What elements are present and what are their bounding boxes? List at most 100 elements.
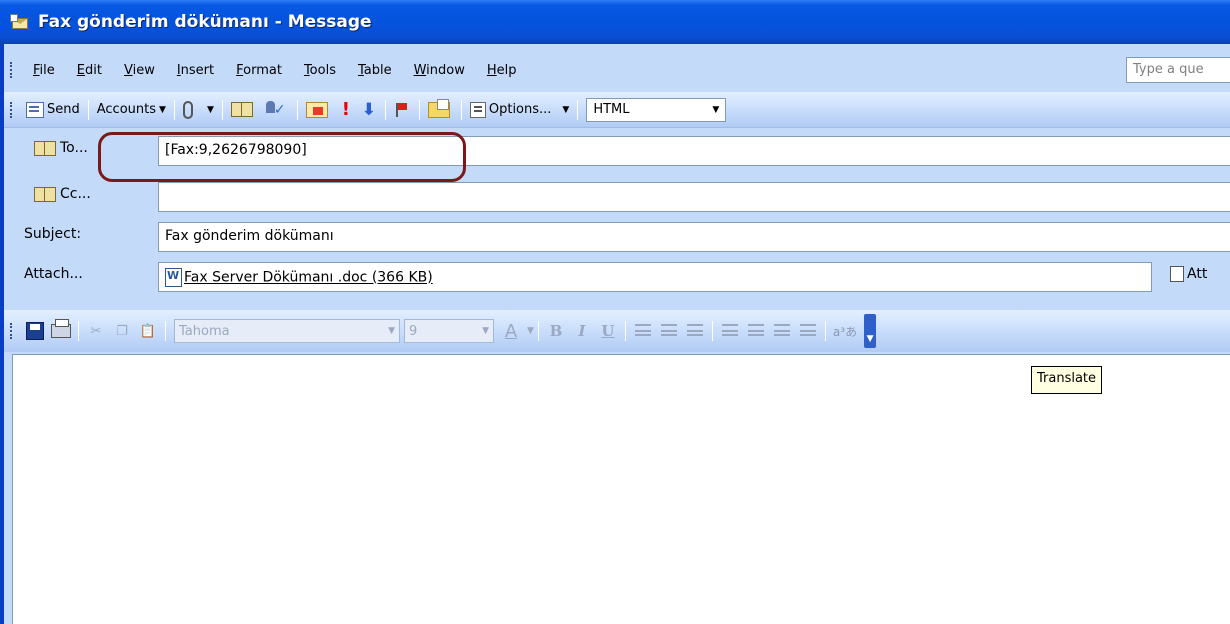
toolbar-separator	[78, 321, 79, 341]
message-format-select[interactable]: HTML ▼	[586, 97, 727, 122]
toolbar-separator	[537, 321, 539, 341]
cc-label: Cc...	[60, 186, 91, 202]
menu-view[interactable]: View	[113, 63, 166, 78]
send-label: Send	[47, 102, 80, 117]
menu-window[interactable]: Window	[403, 63, 476, 78]
save-button[interactable]	[24, 320, 46, 342]
menu-help[interactable]: Help	[476, 63, 528, 78]
subject-label: Subject:	[24, 226, 82, 242]
permission-envelope-icon	[305, 101, 328, 118]
font-name-select[interactable]: Tahoma ▼	[174, 319, 400, 343]
address-book-icon	[230, 102, 253, 117]
print-button[interactable]	[50, 319, 72, 342]
align-center-button[interactable]	[658, 320, 680, 342]
toolbar-separator	[384, 99, 386, 120]
formatting-toolbar: ✂ ❐ 📋 Tahoma ▼ 9 ▼ A ▼ B I U a³あ ▼	[4, 310, 1230, 352]
attachment-options-button[interactable]: Att	[1170, 266, 1207, 282]
check-names-button[interactable]	[260, 97, 293, 123]
title-bar[interactable]: Fax gönderim dökümanı - Message	[0, 0, 1230, 44]
menu-edit[interactable]: Edit	[66, 63, 113, 78]
subject-field[interactable]: Fax gönderim dökümanı	[158, 222, 1230, 252]
numbering-button[interactable]	[719, 320, 741, 342]
message-envelope-icon	[10, 14, 30, 30]
toolbar-separator	[460, 99, 462, 120]
message-body-editor[interactable]	[12, 354, 1230, 624]
bold-button[interactable]: B	[543, 322, 569, 340]
copy-button[interactable]: ❐	[111, 320, 133, 342]
cc-field[interactable]	[158, 182, 1230, 212]
permission-button[interactable]	[302, 97, 335, 123]
font-name-value: Tahoma	[179, 323, 230, 339]
window-title: Fax gönderim dökümanı - Message	[38, 12, 372, 32]
toolbar-grip-handle[interactable]	[10, 101, 13, 118]
numbered-list-icon	[721, 324, 738, 338]
attachment-options-icon	[1170, 266, 1184, 282]
bullets-button[interactable]	[745, 320, 767, 342]
align-left-button[interactable]	[632, 320, 654, 342]
high-importance-button[interactable]: !	[335, 97, 357, 123]
font-color-icon: A	[504, 320, 518, 342]
toolbar-options-button[interactable]: ▼	[864, 314, 877, 348]
follow-up-button[interactable]	[390, 97, 415, 123]
paste-button[interactable]: 📋	[137, 320, 159, 342]
low-importance-button[interactable]: ⬇	[357, 97, 381, 123]
toolbar-separator	[296, 99, 298, 120]
address-area: To... [Fax:9,2626798090] Cc... Subject: …	[4, 130, 1230, 308]
toolbar-separator	[624, 321, 626, 341]
insert-file-button[interactable]	[179, 97, 200, 123]
options-icon	[469, 101, 486, 118]
chevron-down-icon: ▼	[712, 104, 720, 115]
address-book-icon	[34, 140, 56, 156]
chevron-down-icon[interactable]: ▼	[527, 326, 534, 336]
down-arrow-icon: ⬇	[361, 99, 376, 120]
options-button[interactable]: Options...	[466, 97, 556, 123]
folder-icon	[427, 98, 450, 118]
menu-file[interactable]: File	[22, 63, 66, 78]
to-field[interactable]: [Fax:9,2626798090]	[158, 136, 1230, 166]
address-book-button[interactable]	[227, 97, 260, 123]
chevron-down-icon: ▼	[388, 326, 395, 336]
menu-tools[interactable]: Tools	[293, 63, 347, 78]
attachment-link[interactable]: Fax Server Dökümanı .doc (366 KB)	[184, 270, 433, 286]
message-window: Fax gönderim dökümanı - Message File Edi…	[0, 0, 1230, 624]
paperclip-icon	[182, 100, 193, 119]
toolbar-separator	[87, 99, 89, 120]
toolbar-separator	[824, 321, 826, 341]
to-button[interactable]: To...	[34, 140, 88, 156]
translate-tooltip: Translate	[1031, 366, 1103, 394]
clipboard-icon: 📋	[139, 323, 157, 339]
font-size-select[interactable]: 9 ▼	[404, 319, 494, 343]
create-rule-button[interactable]	[424, 97, 457, 123]
font-size-value: 9	[409, 323, 418, 339]
align-center-icon	[660, 324, 677, 338]
ask-question-input[interactable]: Type a que	[1126, 57, 1230, 83]
format-toolbar-grip-handle[interactable]	[10, 323, 13, 339]
insert-file-dropdown[interactable]: ▼	[200, 97, 218, 123]
attach-field[interactable]: Fax Server Dökümanı .doc (366 KB)	[158, 262, 1152, 292]
options-dropdown[interactable]: ▼	[555, 97, 573, 123]
toolbar-separator	[711, 321, 713, 341]
cc-button[interactable]: Cc...	[34, 186, 91, 202]
send-icon	[26, 101, 44, 118]
accounts-button[interactable]: Accounts ▼	[93, 97, 170, 123]
menu-format[interactable]: Format	[225, 63, 293, 78]
menu-insert[interactable]: Insert	[166, 63, 225, 78]
underline-button[interactable]: U	[595, 322, 621, 340]
attach-label: Attach...	[24, 266, 83, 282]
align-right-button[interactable]	[684, 320, 706, 342]
decrease-indent-button[interactable]	[771, 320, 793, 342]
increase-indent-icon	[799, 324, 816, 338]
cut-button[interactable]: ✂	[85, 320, 107, 342]
menu-grip-handle[interactable]	[10, 62, 13, 78]
accounts-label: Accounts	[96, 102, 157, 117]
translate-button[interactable]: a³あ	[830, 323, 860, 340]
attachment-options-label: Att	[1187, 266, 1208, 282]
menu-table[interactable]: Table	[347, 63, 403, 78]
toolbar-separator	[173, 99, 175, 120]
align-right-icon	[686, 324, 703, 338]
font-color-button[interactable]: A	[500, 320, 522, 342]
send-button[interactable]: Send	[22, 97, 84, 123]
italic-button[interactable]: I	[569, 322, 595, 340]
increase-indent-button[interactable]	[797, 320, 819, 342]
toolbar-overflow-icon: ▼	[866, 334, 874, 344]
